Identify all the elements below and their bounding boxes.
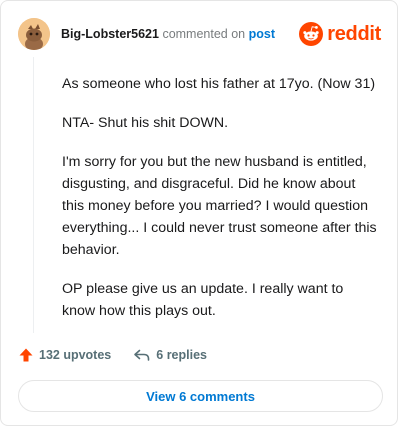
comment-actions: 132 upvotes 6 replies [18, 345, 207, 365]
upvote-arrow-icon [19, 348, 33, 362]
comment-paragraph-4: OP please give us an update. I really wa… [62, 281, 344, 319]
username[interactable]: Big-Lobster5621 [61, 27, 159, 41]
view-comments-button[interactable]: View 6 comments [18, 380, 383, 412]
comment-paragraph-2: NTA- Shut his shit DOWN. [62, 115, 229, 131]
snoo-avatar-icon [18, 18, 50, 50]
user-avatar[interactable] [18, 18, 50, 50]
upvote-button[interactable]: 132 upvotes [18, 347, 111, 363]
thread-line [33, 57, 34, 333]
comment-paragraph-3: I'm sorry for you but the new husband is… [62, 154, 377, 258]
comment-header: Big-Lobster5621 commented on post reddit [18, 18, 381, 50]
comment-body: As someone who lost his father at 17yo. … [62, 73, 380, 339]
commented-on-text: commented on [162, 27, 246, 41]
replies-count: 6 replies [156, 348, 207, 362]
post-link[interactable]: post [249, 27, 275, 41]
upvote-count: 132 upvotes [39, 348, 112, 362]
reply-arrow-icon [134, 349, 150, 361]
reddit-logo[interactable]: reddit [299, 22, 381, 46]
reddit-snoo-icon [299, 22, 324, 46]
reddit-wordmark: reddit [327, 22, 381, 45]
comment-byline: Big-Lobster5621 commented on post [61, 27, 275, 41]
comment-paragraph-1: As someone who lost his father at 17yo. … [62, 76, 376, 92]
comment-card: Big-Lobster5621 commented on post reddit… [0, 0, 398, 426]
replies-button[interactable]: 6 replies [133, 347, 207, 363]
